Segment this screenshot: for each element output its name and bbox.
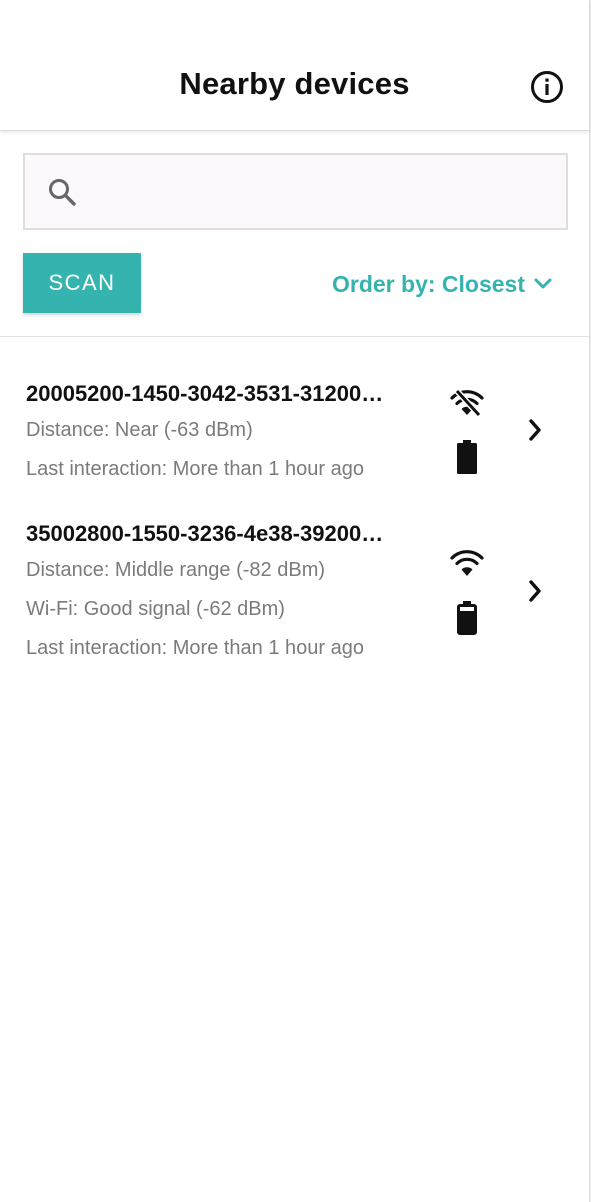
device-name: 20005200-1450-3042-3531-31200… [26, 381, 384, 406]
device-list-item[interactable]: 35002800-1550-3236-4e38-39200… Distance:… [0, 512, 589, 672]
wifi-off-icon [450, 388, 484, 418]
chevron-down-icon [534, 278, 552, 289]
search-icon [47, 177, 77, 207]
device-list-item[interactable]: 20005200-1450-3042-3531-31200… Distance:… [0, 372, 589, 492]
battery-full-icon [457, 440, 477, 474]
search-input[interactable] [95, 155, 559, 230]
device-wifi-signal: Wi-Fi: Good signal (-62 dBm) [26, 598, 285, 620]
list-divider [0, 336, 589, 337]
order-by-dropdown[interactable]: Order by: Closest [332, 268, 553, 300]
info-circle-icon[interactable] [530, 70, 564, 104]
battery-high-icon [457, 601, 477, 635]
device-distance: Distance: Middle range (-82 dBm) [26, 559, 326, 581]
app-screen: Nearby devices SCAN Order by: Closest 20… [0, 0, 591, 1202]
page-title: Nearby devices [179, 66, 410, 101]
scan-button[interactable]: SCAN [23, 253, 141, 313]
device-last-interaction: Last interaction: More than 1 hour ago [26, 637, 364, 659]
search-bar[interactable] [23, 153, 568, 230]
app-header: Nearby devices [0, 0, 589, 131]
wifi-icon [450, 550, 484, 576]
chevron-right-icon[interactable] [527, 579, 543, 603]
device-distance: Distance: Near (-63 dBm) [26, 419, 253, 441]
device-last-interaction: Last interaction: More than 1 hour ago [26, 458, 364, 480]
order-by-label: Order by: Closest [332, 270, 525, 297]
device-name: 35002800-1550-3236-4e38-39200… [26, 521, 384, 546]
chevron-right-icon[interactable] [527, 418, 543, 442]
